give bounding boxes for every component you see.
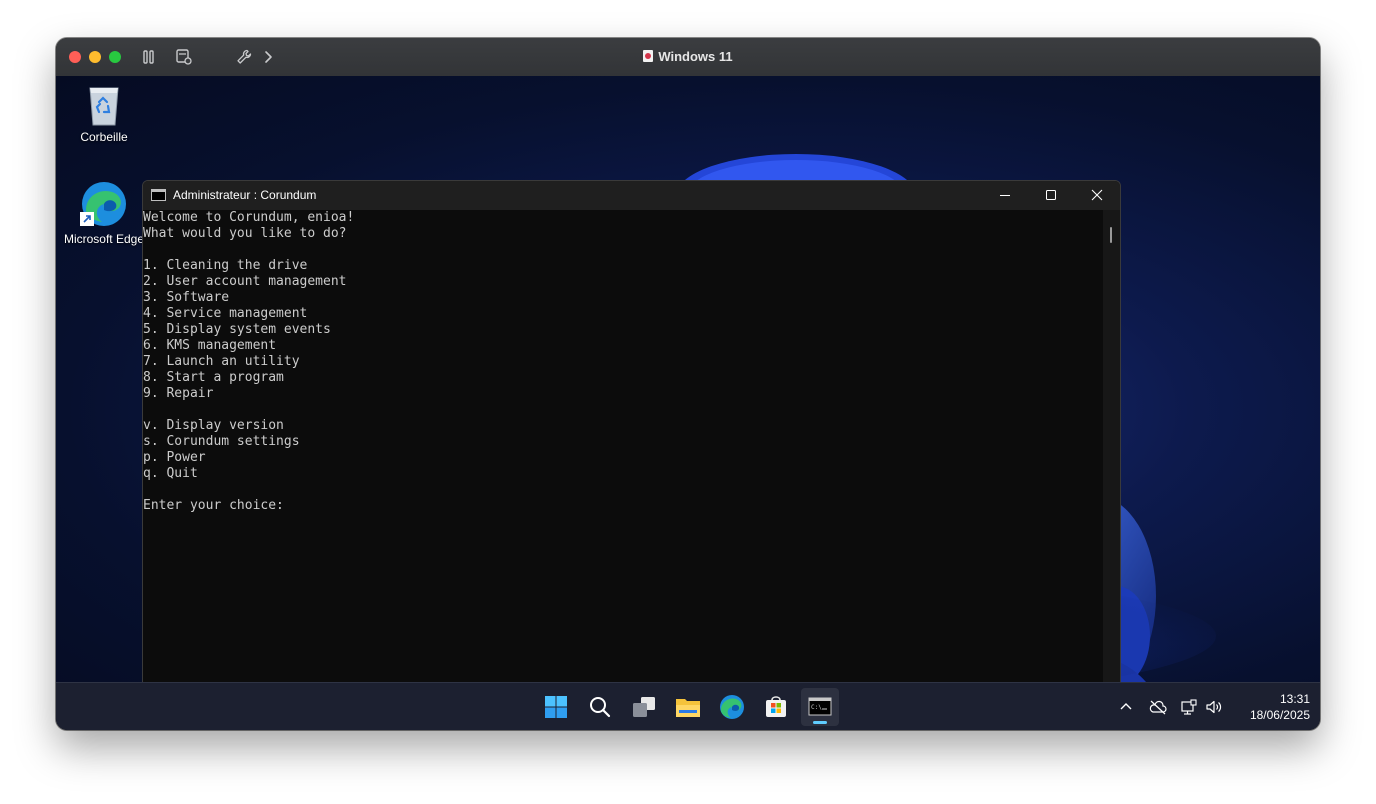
store-icon	[766, 696, 786, 717]
vm-title-text: Windows 11	[658, 49, 733, 64]
console-line: v. Display version	[143, 418, 284, 433]
console-line: 9. Repair	[143, 386, 214, 401]
console-line: 8. Start a program	[143, 370, 284, 385]
search-icon	[590, 697, 611, 718]
show-hidden-icons-button[interactable]	[1116, 697, 1136, 717]
edge-taskbar-button[interactable]	[713, 688, 751, 726]
console-line: What would you like to do?	[143, 226, 347, 241]
console-line: Enter your choice:	[143, 498, 292, 513]
file-explorer-button[interactable]	[669, 688, 707, 726]
console-line: 4. Service management	[143, 306, 308, 321]
console-window[interactable]: Administrateur : Corundum Welcome to Cor…	[142, 180, 1121, 682]
clock[interactable]: 13:31 18/06/2025	[1226, 691, 1310, 723]
console-line: p. Power	[143, 450, 206, 465]
active-app-indicator	[813, 721, 827, 724]
console-line: 3. Software	[143, 290, 230, 305]
command-prompt-icon	[151, 189, 166, 201]
store-button[interactable]	[757, 688, 795, 726]
console-line: 2. User account management	[143, 274, 347, 289]
minimize-button[interactable]	[982, 181, 1028, 210]
file-explorer-icon	[676, 699, 700, 717]
vm-title: Windows 11	[56, 38, 1320, 76]
scrollbar-thumb[interactable]	[1110, 227, 1112, 243]
vm-document-icon	[643, 50, 654, 62]
start-icon	[545, 696, 567, 718]
close-button[interactable]	[1074, 181, 1120, 210]
clock-time: 13:31	[1279, 692, 1310, 706]
console-line: s. Corundum settings	[143, 434, 300, 449]
desktop-icon-edge[interactable]: Microsoft Edge	[56, 180, 152, 246]
speaker-icon	[1206, 700, 1222, 714]
cloud-offline-icon	[1149, 700, 1167, 715]
vm-window: Windows 11 Corbeille Microsoft Edge Admi…	[56, 38, 1320, 730]
network-icon	[1181, 699, 1197, 715]
console-output[interactable]: Welcome to Corundum, enioa! What would yo…	[143, 210, 1103, 682]
terminal-taskbar-button[interactable]: C:\	[801, 688, 839, 726]
console-line: 1. Cleaning the drive	[143, 258, 308, 273]
minimize-icon	[1000, 195, 1010, 196]
chevron-up-icon	[1120, 703, 1132, 710]
console-title: Administrateur : Corundum	[173, 188, 317, 202]
close-icon	[1091, 189, 1103, 201]
maximize-icon	[1046, 190, 1056, 200]
console-titlebar[interactable]: Administrateur : Corundum	[143, 181, 1120, 210]
edge-icon	[80, 180, 128, 228]
recycle-bin-icon	[87, 84, 121, 126]
console-line: 5. Display system events	[143, 322, 331, 337]
console-scrollbar[interactable]	[1103, 210, 1120, 682]
console-line: 6. KMS management	[143, 338, 277, 353]
maximize-button[interactable]	[1028, 181, 1074, 210]
console-line: q. Quit	[143, 466, 198, 481]
edge-icon	[720, 695, 744, 719]
windows-desktop: Corbeille Microsoft Edge Administrateur …	[56, 76, 1320, 682]
taskbar: C:\ 13:31 18/06/2025	[56, 682, 1320, 730]
clock-date: 18/06/2025	[1249, 708, 1310, 722]
search-button[interactable]	[581, 688, 619, 726]
recycle-bin-label: Corbeille	[80, 130, 128, 144]
console-line: Welcome to Corundum, enioa!	[143, 210, 355, 225]
start-button[interactable]	[537, 688, 575, 726]
onedrive-status-button[interactable]	[1148, 697, 1168, 717]
edge-label: Microsoft Edge	[63, 232, 145, 246]
vm-titlebar: Windows 11	[56, 38, 1320, 77]
console-line: 7. Launch an utility	[143, 354, 300, 369]
task-view-button[interactable]	[625, 688, 663, 726]
task-view-icon	[633, 697, 655, 717]
svg-text:C:\: C:\	[811, 704, 822, 711]
volume-button[interactable]	[1204, 697, 1224, 717]
desktop-icon-recycle-bin[interactable]: Corbeille	[56, 84, 152, 144]
network-button[interactable]	[1179, 697, 1199, 717]
